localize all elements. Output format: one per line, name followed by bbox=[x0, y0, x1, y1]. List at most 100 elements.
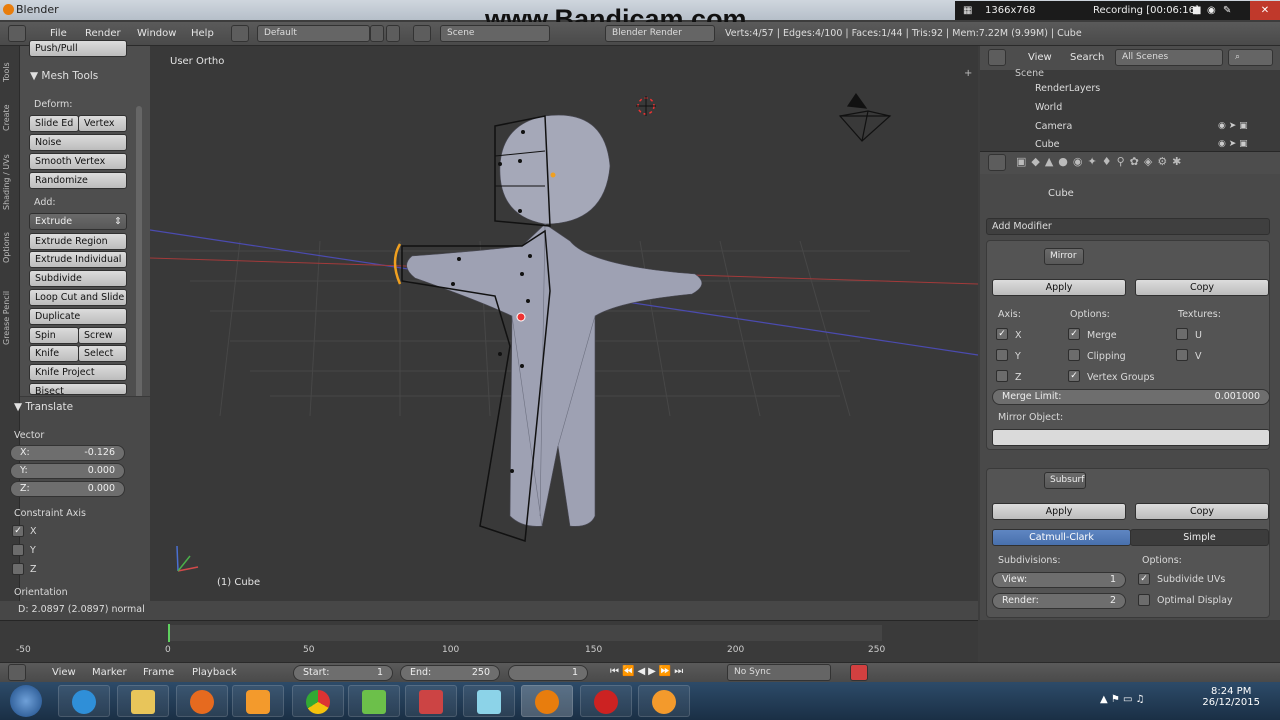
subsurf-view-field[interactable]: View: 1 bbox=[992, 572, 1126, 588]
3d-cursor-icon[interactable] bbox=[636, 96, 656, 116]
mirror-object-field[interactable] bbox=[992, 429, 1270, 446]
bisect-button[interactable]: Bisect bbox=[29, 383, 127, 395]
knife-project-button[interactable]: Knife Project bbox=[29, 364, 127, 381]
mirror-x-checkbox[interactable]: ✓ bbox=[996, 328, 1008, 340]
blender-taskbar-icon[interactable] bbox=[521, 685, 573, 717]
app-taskbar-icon[interactable] bbox=[638, 685, 690, 717]
camera-icon[interactable]: ◉ bbox=[1207, 5, 1216, 16]
current-frame-marker[interactable] bbox=[168, 624, 170, 642]
timeline-marker-menu[interactable]: Marker bbox=[92, 667, 127, 678]
timeline-view-menu[interactable]: View bbox=[52, 667, 76, 678]
select-button[interactable]: Select bbox=[78, 345, 127, 362]
close-icon[interactable]: ✕ bbox=[1250, 1, 1280, 20]
outliner-item-camera[interactable]: Camera bbox=[1035, 121, 1072, 132]
pencil-icon[interactable]: ✎ bbox=[1223, 5, 1231, 16]
timeline-editor-icon[interactable] bbox=[8, 664, 26, 681]
subdivide-button[interactable]: Subdivide bbox=[29, 270, 127, 287]
record-icon[interactable] bbox=[850, 664, 868, 681]
duplicate-button[interactable]: Duplicate bbox=[29, 308, 127, 325]
optimal-display-checkbox[interactable] bbox=[1138, 594, 1150, 606]
properties-context-tabs[interactable]: ▣◆▲●◉✦♦⚲✿◈⚙✱ bbox=[1016, 155, 1266, 171]
notepad-taskbar-icon[interactable] bbox=[348, 685, 400, 717]
vector-x-field[interactable]: X: -0.126 bbox=[10, 445, 125, 461]
viewport-scene[interactable] bbox=[150, 46, 978, 601]
vector-z-field[interactable]: Z: 0.000 bbox=[10, 481, 125, 497]
timeline-playback-menu[interactable]: Playback bbox=[192, 667, 237, 678]
mirror-z-checkbox[interactable] bbox=[996, 370, 1008, 382]
bandicam-taskbar-icon[interactable] bbox=[580, 685, 632, 717]
record-stop-icon[interactable]: ■ bbox=[1192, 5, 1201, 16]
extrude-dropdown[interactable]: Extrude ⇕ bbox=[29, 213, 127, 230]
extrude-individual-button[interactable]: Extrude Individual bbox=[29, 251, 127, 268]
layout-dropdown[interactable]: Default bbox=[257, 25, 370, 42]
timeline[interactable]: -50 0 50 100 150 200 250 bbox=[0, 620, 978, 662]
screw-button[interactable]: Screw bbox=[78, 327, 127, 344]
scene-icon[interactable] bbox=[413, 25, 431, 42]
vertex-groups-checkbox[interactable]: ✓ bbox=[1068, 370, 1080, 382]
randomize-button[interactable]: Randomize bbox=[29, 172, 127, 189]
outliner-item-scene[interactable]: Scene bbox=[1015, 68, 1044, 79]
translate-panel-title[interactable]: ▼ Translate bbox=[14, 401, 73, 413]
outliner-item-world[interactable]: World bbox=[1035, 102, 1062, 113]
add-modifier-dropdown[interactable]: Add Modifier bbox=[986, 218, 1270, 235]
menu-file[interactable]: File bbox=[50, 28, 67, 39]
merge-limit-field[interactable]: Merge Limit: 0.001000 bbox=[992, 389, 1270, 405]
properties-editor-icon[interactable] bbox=[988, 154, 1006, 171]
slide-edge-button[interactable]: Slide Ed bbox=[29, 115, 79, 132]
end-frame-field[interactable]: End: 250 bbox=[400, 665, 500, 681]
subdivide-uvs-checkbox[interactable]: ✓ bbox=[1138, 573, 1150, 585]
add-icon[interactable] bbox=[370, 25, 384, 42]
render-engine-dropdown[interactable]: Blender Render bbox=[605, 25, 715, 42]
menu-window[interactable]: Window bbox=[137, 28, 176, 39]
media-player-taskbar-icon[interactable] bbox=[232, 685, 284, 717]
tab-create[interactable]: Create bbox=[2, 96, 18, 140]
texture-v-checkbox[interactable] bbox=[1176, 349, 1188, 361]
constraint-y-checkbox[interactable] bbox=[12, 544, 24, 556]
visibility-eye-icon[interactable]: ◉ ➤ ▣ bbox=[1218, 121, 1248, 131]
clipping-checkbox[interactable] bbox=[1068, 349, 1080, 361]
firefox-taskbar-icon[interactable] bbox=[176, 685, 228, 717]
timeline-frame-menu[interactable]: Frame bbox=[143, 667, 174, 678]
tab-shading-uvs[interactable]: Shading / UVs bbox=[2, 144, 18, 220]
subsurf-copy-button[interactable]: Copy bbox=[1135, 503, 1269, 520]
outliner-search-field[interactable]: ⌕ bbox=[1228, 49, 1273, 66]
subsurf-name-field[interactable]: Subsurf bbox=[1044, 472, 1086, 489]
mirror-copy-button[interactable]: Copy bbox=[1135, 279, 1269, 296]
chrome-taskbar-icon[interactable] bbox=[292, 685, 344, 717]
visibility-eye-icon[interactable]: ◉ ➤ ▣ bbox=[1218, 139, 1248, 149]
outliner-scenes-dropdown[interactable]: All Scenes bbox=[1115, 49, 1223, 66]
constraint-z-checkbox[interactable] bbox=[12, 563, 24, 575]
outliner-item-renderlayers[interactable]: RenderLayers bbox=[1035, 83, 1100, 94]
editor-type-icon[interactable] bbox=[8, 25, 26, 42]
tray-icons[interactable]: ▲ ⚑ ▭ ♫ bbox=[1100, 694, 1145, 705]
character-mesh[interactable] bbox=[393, 114, 703, 543]
scene-dropdown[interactable]: Scene bbox=[440, 25, 550, 42]
screen-layout-icon[interactable] bbox=[231, 25, 249, 42]
current-frame-field[interactable]: 1 bbox=[508, 665, 588, 681]
vector-y-field[interactable]: Y: 0.000 bbox=[10, 463, 125, 479]
outliner-editor-icon[interactable] bbox=[988, 49, 1006, 66]
outliner-item-cube[interactable]: Cube bbox=[1035, 139, 1060, 150]
catmull-clark-toggle[interactable]: Catmull-Clark bbox=[992, 529, 1131, 546]
add-region-icon[interactable]: + bbox=[964, 68, 974, 79]
toolshelf-scrollbar[interactable] bbox=[136, 106, 142, 406]
mirror-y-checkbox[interactable] bbox=[996, 349, 1008, 361]
3d-viewport[interactable]: User Ortho (1) Cube + bbox=[150, 46, 978, 601]
ie-taskbar-icon[interactable] bbox=[58, 685, 110, 717]
simple-toggle[interactable]: Simple bbox=[1130, 529, 1269, 546]
extrude-region-button[interactable]: Extrude Region bbox=[29, 233, 127, 250]
menu-help[interactable]: Help bbox=[191, 28, 214, 39]
spin-button[interactable]: Spin bbox=[29, 327, 79, 344]
camera-object-icon[interactable] bbox=[838, 92, 892, 142]
playback-controls-icon[interactable]: ⏮⏪◀▶⏩⏭ bbox=[610, 666, 686, 677]
texture-u-checkbox[interactable] bbox=[1176, 328, 1188, 340]
tab-tools[interactable]: Tools bbox=[2, 52, 18, 92]
mirror-apply-button[interactable]: Apply bbox=[992, 279, 1126, 296]
mirror-name-field[interactable]: Mirror bbox=[1044, 248, 1084, 265]
constraint-x-checkbox[interactable]: ✓ bbox=[12, 525, 24, 537]
loop-cut-button[interactable]: Loop Cut and Slide bbox=[29, 289, 127, 306]
outliner-search-menu[interactable]: Search bbox=[1070, 52, 1104, 63]
tab-grease-pencil[interactable]: Grease Pencil bbox=[2, 276, 18, 360]
vertex-slide-button[interactable]: Vertex bbox=[78, 115, 127, 132]
knife-button[interactable]: Knife bbox=[29, 345, 79, 362]
